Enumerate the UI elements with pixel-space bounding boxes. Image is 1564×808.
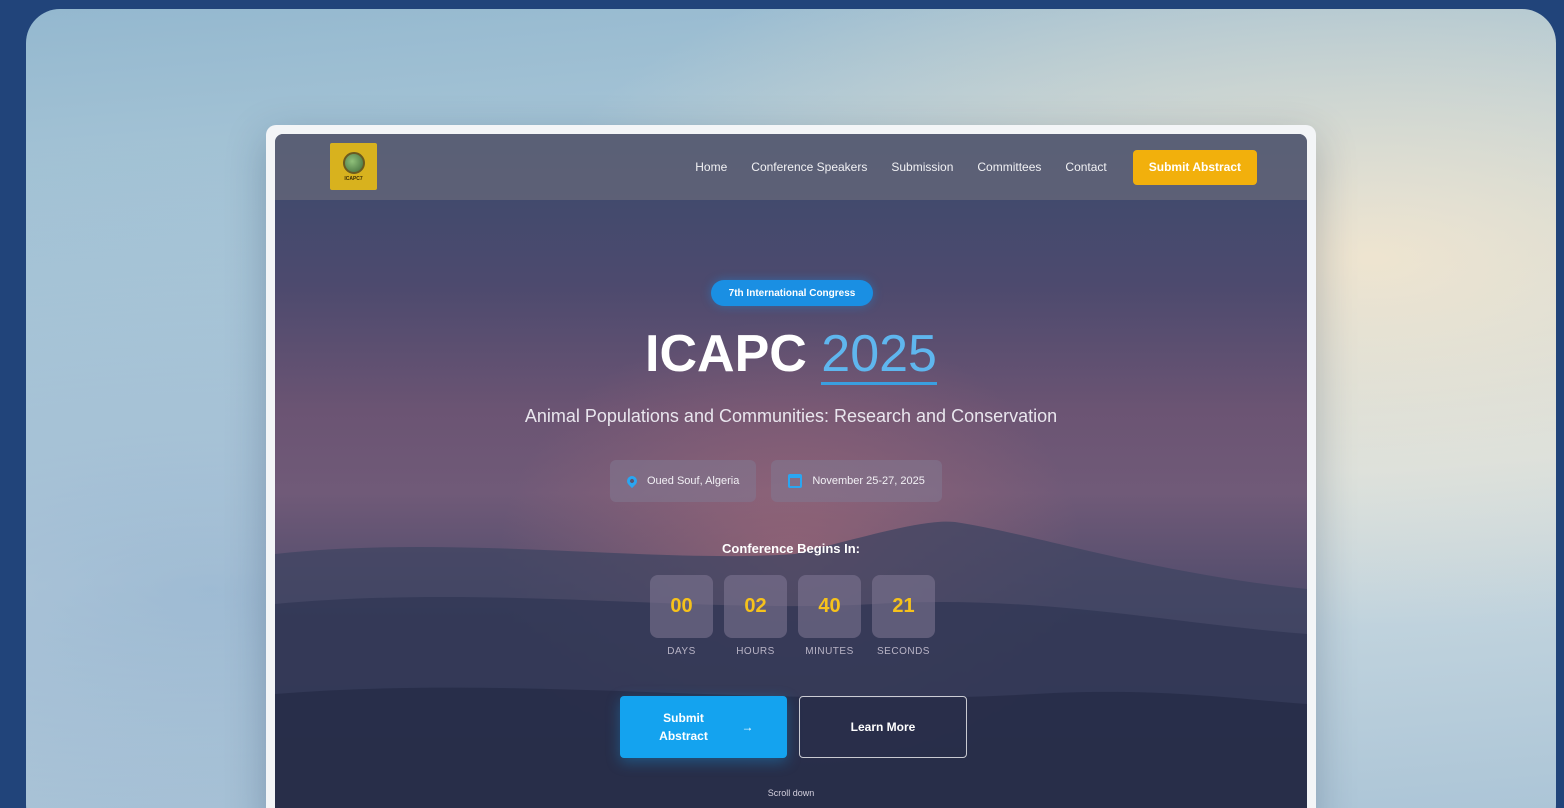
logo-text: ICAPC7 — [344, 175, 363, 182]
learn-more-button[interactable]: Learn More — [799, 696, 967, 758]
countdown-hours-label: HOURS — [736, 646, 775, 657]
countdown-seconds-label: SECONDS — [877, 646, 930, 657]
countdown-minutes: 40 MINUTES — [798, 575, 861, 657]
countdown-days-value: 00 — [650, 575, 713, 638]
calendar-icon — [788, 474, 803, 488]
date-text: November 25-27, 2025 — [812, 475, 925, 487]
countdown-heading: Conference Begins In: — [722, 541, 860, 556]
countdown-days-label: DAYS — [667, 646, 696, 657]
countdown-hours: 02 HOURS — [724, 575, 787, 657]
website-preview: ICAPC7 Home Conference Speakers Submissi… — [275, 134, 1307, 808]
submit-abstract-label: Submit Abstract — [659, 711, 708, 743]
countdown-seconds: 21 SECONDS — [872, 575, 935, 657]
countdown-seconds-value: 21 — [872, 575, 935, 638]
hero-actions: Submit Abstract → Learn More — [620, 696, 967, 758]
countdown-minutes-value: 40 — [798, 575, 861, 638]
title-year: 2025 — [821, 325, 937, 383]
countdown-hours-value: 02 — [724, 575, 787, 638]
countdown-timer: 00 DAYS 02 HOURS 40 MINUTES 21 SECONDS — [650, 575, 935, 657]
site-logo[interactable]: ICAPC7 — [330, 143, 377, 190]
countdown-minutes-label: MINUTES — [805, 646, 854, 657]
nav-links: Home Conference Speakers Submission Comm… — [695, 149, 1257, 185]
congress-badge: 7th International Congress — [711, 280, 873, 306]
page-title: ICAPC 2025 — [275, 324, 1307, 384]
arrow-right-icon: → — [741, 720, 754, 734]
location-text: Oued Souf, Algeria — [647, 475, 740, 487]
title-main: ICAPC — [645, 325, 807, 383]
scroll-down-hint[interactable]: Scroll down — [275, 788, 1307, 798]
globe-icon — [342, 151, 365, 174]
nav-link-home[interactable]: Home — [695, 160, 727, 174]
event-info-row: Oued Souf, Algeria November 25-27, 2025 — [610, 460, 942, 502]
nav-link-contact[interactable]: Contact — [1065, 160, 1106, 174]
nav-link-submission[interactable]: Submission — [891, 160, 953, 174]
submit-abstract-nav-button[interactable]: Submit Abstract — [1132, 149, 1257, 185]
location-chip: Oued Souf, Algeria — [610, 460, 757, 502]
submit-abstract-button[interactable]: Submit Abstract → — [620, 696, 787, 758]
nav-link-conference-speakers[interactable]: Conference Speakers — [751, 160, 867, 174]
map-pin-icon — [624, 473, 640, 489]
nav-link-committees[interactable]: Committees — [977, 160, 1041, 174]
date-chip: November 25-27, 2025 — [771, 460, 942, 502]
countdown-days: 00 DAYS — [650, 575, 713, 657]
navbar: ICAPC7 Home Conference Speakers Submissi… — [275, 134, 1307, 200]
page-subtitle: Animal Populations and Communities: Rese… — [524, 406, 1058, 426]
